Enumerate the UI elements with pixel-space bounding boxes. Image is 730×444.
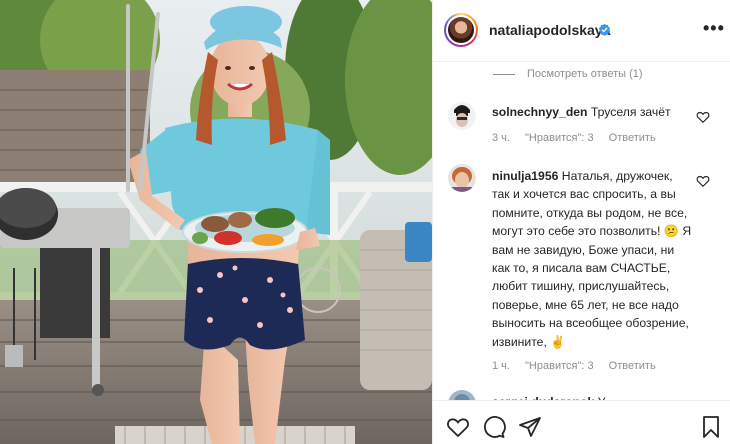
comment-username[interactable]: solnechnyy_den <box>492 105 588 119</box>
view-replies-link[interactable]: Посмотреть ответы (1) <box>493 68 643 80</box>
post-header: nataliapodolskaya ••• <box>433 0 730 62</box>
comment-meta: 3 ч. "Нравится": 3 Ответить <box>492 132 668 144</box>
comment-bubble-icon[interactable] <box>482 415 506 439</box>
author-avatar[interactable] <box>444 13 478 47</box>
comment-body: Наталья, дружочек, так и хочется вас спр… <box>492 169 692 349</box>
comment-text: solnechnyy_den Труселя зачёт <box>492 103 692 121</box>
comment-time[interactable]: 1 ч. <box>492 360 510 372</box>
verified-badge-icon <box>598 23 611 36</box>
reply-button[interactable]: Ответить <box>609 360 656 372</box>
comment-likes[interactable]: "Нравится": 3 <box>525 360 594 372</box>
avatar-frame <box>446 15 476 45</box>
comment-meta: 1 ч. "Нравится": 3 Ответить <box>492 360 668 372</box>
avatar-image <box>448 17 474 43</box>
comment-avatar[interactable] <box>448 164 476 192</box>
paper-plane-icon[interactable] <box>518 415 542 439</box>
comment-likes[interactable]: "Нравится": 3 <box>525 132 594 144</box>
commenter-avatar-image <box>448 164 476 192</box>
post-action-bar <box>433 400 730 444</box>
bookmark-icon[interactable] <box>699 415 723 439</box>
replies-divider <box>493 73 515 75</box>
comment-avatar[interactable] <box>448 102 476 130</box>
post-side-panel: nataliapodolskaya ••• Посмотреть ответы … <box>432 0 730 444</box>
reply-button[interactable]: Ответить <box>609 132 656 144</box>
comment-text: ninulja1956 Наталья, дружочек, так и хоч… <box>492 167 692 351</box>
comment-username[interactable]: ninulja1956 <box>492 169 558 183</box>
author-username[interactable]: nataliapodolskaya <box>489 22 610 38</box>
more-options-icon[interactable]: ••• <box>703 18 725 39</box>
heart-outline-icon[interactable] <box>446 415 470 439</box>
comment-time[interactable]: 3 ч. <box>492 132 510 144</box>
commenter-avatar-image <box>448 102 476 130</box>
comment-body: Труселя зачёт <box>590 105 671 119</box>
view-replies-label: Посмотреть ответы (1) <box>527 68 643 80</box>
post-photo[interactable] <box>0 0 432 444</box>
comment-like-heart-icon[interactable] <box>696 110 710 124</box>
photo-illustration <box>0 0 432 444</box>
comment-like-heart-icon[interactable] <box>696 174 710 188</box>
